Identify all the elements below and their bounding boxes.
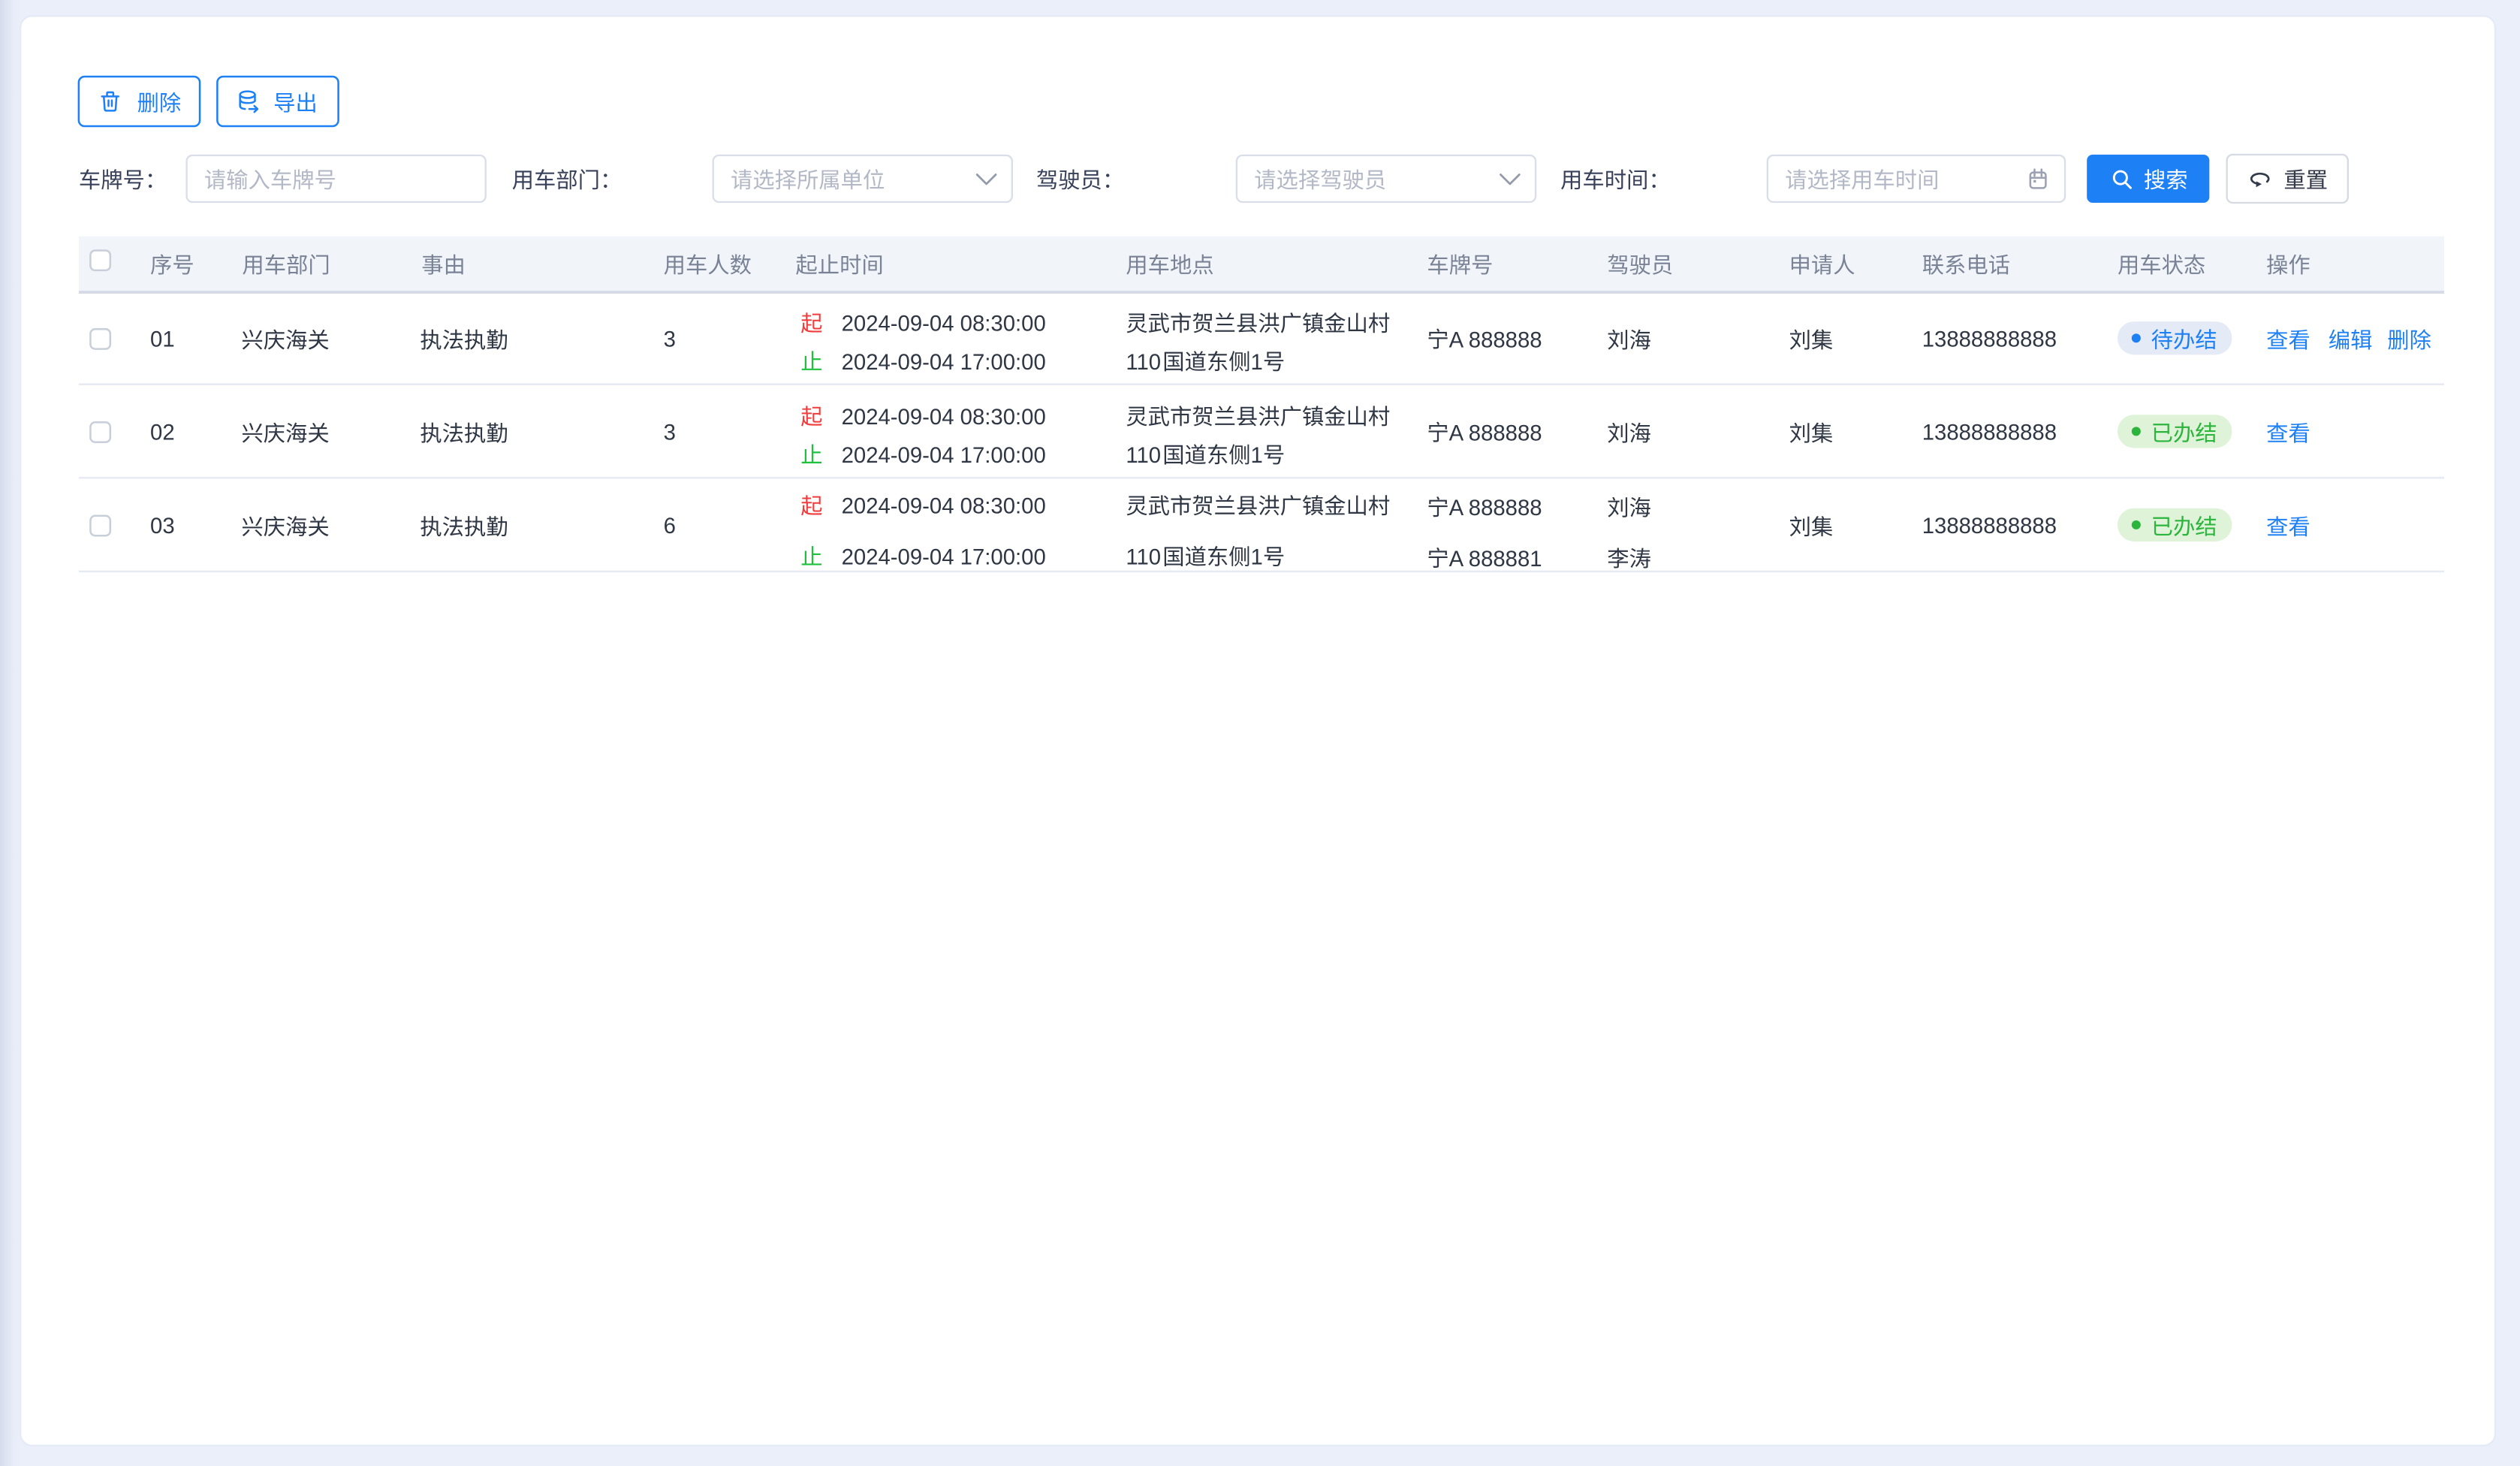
svg-text:A 888881: A 888881 <box>1449 547 1542 572</box>
svg-text:2024-09-04 17:00:00: 2024-09-04 17:00:00 <box>842 544 1046 569</box>
svg-text:01: 01 <box>150 327 175 351</box>
svg-text:02: 02 <box>150 420 175 445</box>
svg-text:2024-09-04 17:00:00: 2024-09-04 17:00:00 <box>842 443 1046 468</box>
svg-text:110: 110 <box>1126 350 1161 375</box>
svg-text:03: 03 <box>150 514 175 538</box>
svg-text:110: 110 <box>1126 443 1161 468</box>
svg-text:2024-09-04 08:30:00: 2024-09-04 08:30:00 <box>842 405 1046 430</box>
svg-text:2024-09-04 08:30:00: 2024-09-04 08:30:00 <box>842 312 1046 336</box>
svg-text:13888888888: 13888888888 <box>1922 514 2057 538</box>
svg-text:6: 6 <box>664 514 676 538</box>
svg-text:3: 3 <box>664 327 676 351</box>
svg-text:2024-09-04 08:30:00: 2024-09-04 08:30:00 <box>842 494 1046 519</box>
svg-text:A 888888: A 888888 <box>1449 496 1542 520</box>
svg-text:1: 1 <box>1251 545 1263 570</box>
svg-text:1: 1 <box>1251 350 1263 375</box>
svg-text:3: 3 <box>664 420 676 445</box>
svg-text:110: 110 <box>1126 545 1161 570</box>
svg-text:13888888888: 13888888888 <box>1922 327 2057 351</box>
svg-text:1: 1 <box>1251 443 1263 468</box>
svg-text:2024-09-04 17:00:00: 2024-09-04 17:00:00 <box>842 350 1046 375</box>
svg-text:13888888888: 13888888888 <box>1922 420 2057 445</box>
svg-text:A 888888: A 888888 <box>1449 327 1542 352</box>
svg-text:A 888888: A 888888 <box>1449 421 1542 445</box>
